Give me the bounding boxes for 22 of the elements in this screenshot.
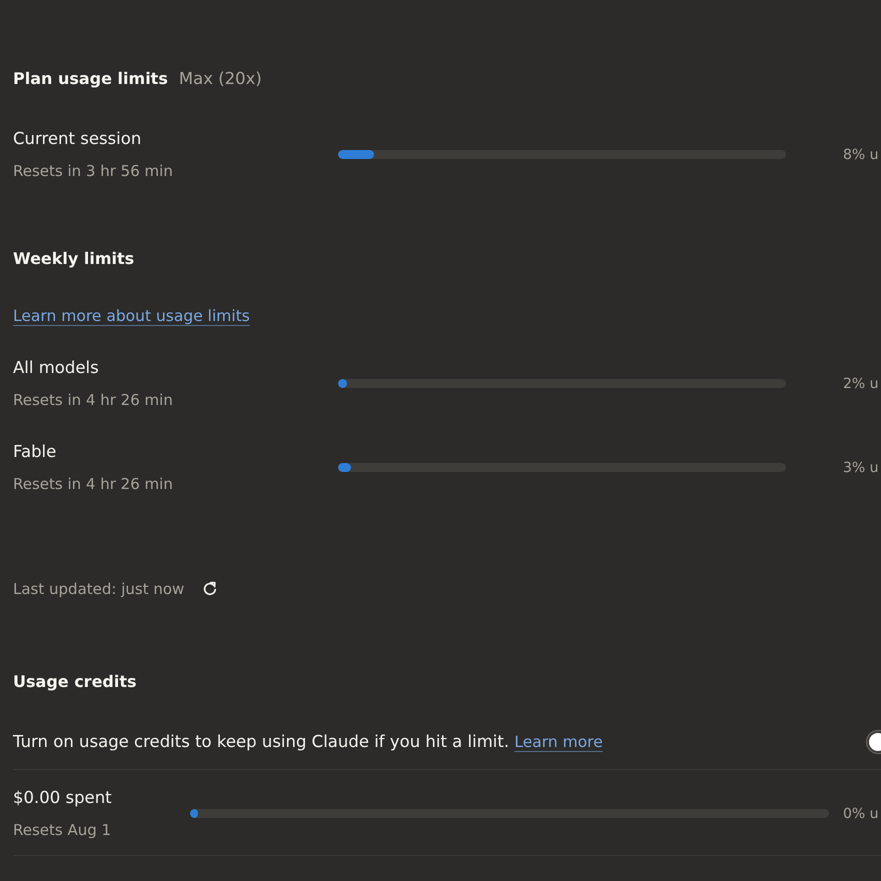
reset-time: Resets in 3 hr 56 min bbox=[13, 161, 173, 182]
usage-percent: 8% u bbox=[843, 146, 879, 164]
refresh-icon[interactable] bbox=[202, 581, 218, 597]
toggle-switch[interactable] bbox=[866, 730, 881, 754]
section-title: Weekly limits bbox=[13, 248, 134, 270]
limit-label: All models bbox=[13, 357, 99, 379]
usage-percent: 3% u bbox=[843, 458, 879, 478]
limit-label: Fable bbox=[13, 441, 56, 463]
learn-more-link[interactable]: Learn more bbox=[514, 733, 603, 751]
section-title: Plan usage limits bbox=[13, 68, 168, 90]
last-updated-text: Last updated: just now bbox=[13, 579, 184, 600]
usage-percent: 2% u bbox=[843, 374, 879, 394]
usage-percent: 0% u bbox=[843, 804, 879, 824]
reset-time: Resets in 4 hr 26 min bbox=[13, 390, 173, 411]
plan-name-label: Max (20x) bbox=[178, 68, 262, 90]
spent-amount: $0.00 spent bbox=[13, 787, 112, 809]
section-title: Usage credits bbox=[13, 671, 137, 693]
reset-date: Resets Aug 1 bbox=[13, 820, 112, 841]
credits-description: Turn on usage credits to keep using Claude if you hit a limit. Learn more bbox=[13, 731, 603, 753]
learn-more-link[interactable]: Learn more about usage limits bbox=[13, 307, 250, 325]
reset-time: Resets in 4 hr 26 min bbox=[13, 474, 173, 495]
limit-label: Current session bbox=[13, 128, 142, 150]
